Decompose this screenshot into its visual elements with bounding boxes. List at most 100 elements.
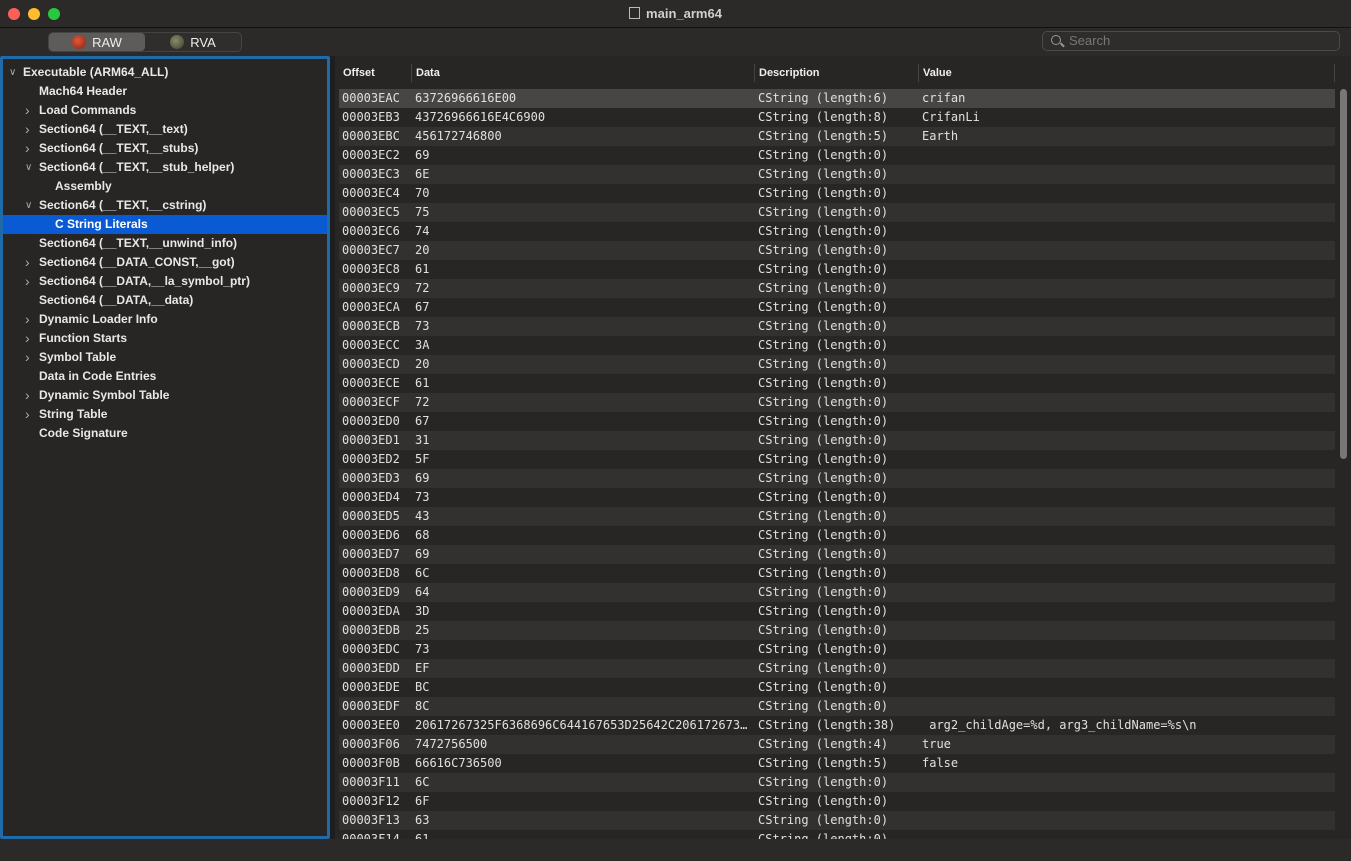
table-row[interactable]: 00003EC9 72 CString (length:0) — [339, 279, 1335, 298]
tree-item[interactable]: C String Literals — [3, 215, 327, 234]
description-cell: CString (length:0) — [758, 623, 889, 637]
description-cell: CString (length:0) — [758, 414, 889, 428]
tree-item[interactable]: Mach64 Header — [3, 82, 327, 101]
description-cell: CString (length:0) — [758, 357, 889, 371]
table-row[interactable]: 00003F12 6F CString (length:0) — [339, 792, 1335, 811]
data-cell: 61 — [415, 262, 430, 276]
column-description[interactable]: Description — [759, 67, 820, 79]
column-data[interactable]: Data — [416, 67, 440, 79]
data-cell: 43 — [415, 509, 430, 523]
table-row[interactable]: 00003EDD EF CString (length:0) — [339, 659, 1335, 678]
raw-segment[interactable]: RAW — [49, 33, 145, 51]
chevron-down-icon[interactable]: ∨ — [25, 158, 32, 177]
table-row[interactable]: 00003F0B 66616C736500 CString (length:5) fa… — [339, 754, 1335, 773]
tree-item[interactable]: Data in Code Entries — [3, 367, 327, 386]
tree-item-label: Section64 (__DATA,__data) — [39, 293, 194, 307]
chevron-right-icon[interactable]: › — [25, 139, 30, 158]
table-row[interactable]: 00003EDB 25 CString (length:0) — [339, 621, 1335, 640]
chevron-right-icon[interactable]: › — [25, 272, 30, 291]
table-row[interactable]: 00003EDE BC CString (length:0) — [339, 678, 1335, 697]
tree-item[interactable]: › Section64 (__DATA,__la_symbol_ptr) — [3, 272, 327, 291]
table-row[interactable]: 00003ED9 64 CString (length:0) — [339, 583, 1335, 602]
raw-label: RAW — [92, 34, 122, 50]
table-row[interactable]: 00003ECB 73 CString (length:0) — [339, 317, 1335, 336]
table-body: 00003EAC 63726966616E00 CString (length:6)… — [339, 89, 1335, 839]
table-row[interactable]: 00003ECD 20 CString (length:0) — [339, 355, 1335, 374]
vertical-scrollbar[interactable] — [1338, 89, 1348, 839]
tree-item[interactable]: Assembly — [3, 177, 327, 196]
tree-item[interactable]: Code Signature — [3, 424, 327, 443]
tree-item[interactable]: Section64 (__TEXT,__unwind_info) — [3, 234, 327, 253]
chevron-right-icon[interactable]: › — [25, 386, 30, 405]
chevron-right-icon[interactable]: › — [25, 348, 30, 367]
table-row[interactable]: 00003ED6 68 CString (length:0) — [339, 526, 1335, 545]
table-row[interactable]: 00003EDA 3D CString (length:0) — [339, 602, 1335, 621]
tree-item-label: C String Literals — [55, 217, 148, 231]
offset-cell: 00003ECB — [342, 319, 400, 333]
tree-item[interactable]: › String Table — [3, 405, 327, 424]
table-row[interactable]: 00003F06 7472756500 CString (length:4) true — [339, 735, 1335, 754]
chevron-right-icon[interactable]: › — [25, 101, 30, 120]
description-cell: CString (length:0) — [758, 566, 889, 580]
table-row[interactable]: 00003EBC 456172746800 CString (length:5) Ea… — [339, 127, 1335, 146]
table-row[interactable]: 00003ED8 6C CString (length:0) — [339, 564, 1335, 583]
table-row[interactable]: 00003F13 63 CString (length:0) — [339, 811, 1335, 830]
table-row[interactable]: 00003EC6 74 CString (length:0) — [339, 222, 1335, 241]
description-cell: CString (length:0) — [758, 433, 889, 447]
table-row[interactable]: 00003EC8 61 CString (length:0) — [339, 260, 1335, 279]
table-row[interactable]: 00003F11 6C CString (length:0) — [339, 773, 1335, 792]
table-row[interactable]: 00003ED0 67 CString (length:0) — [339, 412, 1335, 431]
table-row[interactable]: 00003ED1 31 CString (length:0) — [339, 431, 1335, 450]
table-row[interactable]: 00003ED4 73 CString (length:0) — [339, 488, 1335, 507]
table-row[interactable]: 00003ECC 3A CString (length:0) — [339, 336, 1335, 355]
tree-item[interactable]: › Dynamic Loader Info — [3, 310, 327, 329]
search-input[interactable]: Search — [1042, 31, 1340, 51]
table-row[interactable]: 00003ECE 61 CString (length:0) — [339, 374, 1335, 393]
tree-item[interactable]: › Load Commands — [3, 101, 327, 120]
chevron-right-icon[interactable]: › — [25, 253, 30, 272]
scrollbar-thumb[interactable] — [1340, 89, 1347, 459]
table-row[interactable]: 00003EC4 70 CString (length:0) — [339, 184, 1335, 203]
offset-cell: 00003EAC — [342, 91, 400, 105]
table-row[interactable]: 00003EC5 75 CString (length:0) — [339, 203, 1335, 222]
table-row[interactable]: 00003F14 61 CString (length:0) — [339, 830, 1335, 839]
table-row[interactable]: 00003EC2 69 CString (length:0) — [339, 146, 1335, 165]
table-row[interactable]: 00003EC3 6E CString (length:0) — [339, 165, 1335, 184]
offset-cell: 00003EDB — [342, 623, 400, 637]
tree-item[interactable]: ∨ Section64 (__TEXT,__cstring) — [3, 196, 327, 215]
table-row[interactable]: 00003ECF 72 CString (length:0) — [339, 393, 1335, 412]
tree-item[interactable]: ∨ Section64 (__TEXT,__stub_helper) — [3, 158, 327, 177]
chevron-right-icon[interactable]: › — [25, 310, 30, 329]
value-cell: CrifanLi — [922, 110, 980, 124]
tree-item[interactable]: › Section64 (__TEXT,__stubs) — [3, 139, 327, 158]
tree-item[interactable]: › Section64 (__DATA_CONST,__got) — [3, 253, 327, 272]
column-offset[interactable]: Offset — [343, 67, 375, 79]
table-row[interactable]: 00003EC7 20 CString (length:0) — [339, 241, 1335, 260]
description-cell: CString (length:4) — [758, 737, 889, 751]
table-row[interactable]: 00003ECA 67 CString (length:0) — [339, 298, 1335, 317]
column-value[interactable]: Value — [923, 67, 952, 79]
tree-item[interactable]: › Function Starts — [3, 329, 327, 348]
rva-segment[interactable]: RVA — [145, 33, 241, 51]
tree-item[interactable]: Section64 (__DATA,__data) — [3, 291, 327, 310]
table-row[interactable]: 00003ED3 69 CString (length:0) — [339, 469, 1335, 488]
table-row[interactable]: 00003EAC 63726966616E00 CString (length:6)… — [339, 89, 1335, 108]
table-row[interactable]: 00003ED5 43 CString (length:0) — [339, 507, 1335, 526]
chevron-down-icon[interactable]: ∨ — [9, 63, 16, 82]
table-row[interactable]: 00003EE0 20617267325F6368696C644167653D25… — [339, 716, 1335, 735]
table-row[interactable]: 00003ED2 5F CString (length:0) — [339, 450, 1335, 469]
chevron-down-icon[interactable]: ∨ — [25, 196, 32, 215]
tree-item-label: Executable (ARM64_ALL) — [23, 65, 169, 79]
tree-item[interactable]: ∨ Executable (ARM64_ALL) — [3, 63, 327, 82]
tree-item[interactable]: › Dynamic Symbol Table — [3, 386, 327, 405]
chevron-right-icon[interactable]: › — [25, 120, 30, 139]
table-row[interactable]: 00003EDC 73 CString (length:0) — [339, 640, 1335, 659]
tree-item[interactable]: › Section64 (__TEXT,__text) — [3, 120, 327, 139]
table-row[interactable]: 00003EB3 43726966616E4C6900 CString (lengt… — [339, 108, 1335, 127]
table-row[interactable]: 00003ED7 69 CString (length:0) — [339, 545, 1335, 564]
chevron-right-icon[interactable]: › — [25, 329, 30, 348]
table-row[interactable]: 00003EDF 8C CString (length:0) — [339, 697, 1335, 716]
offset-cell: 00003EBC — [342, 129, 400, 143]
tree-item[interactable]: › Symbol Table — [3, 348, 327, 367]
chevron-right-icon[interactable]: › — [25, 405, 30, 424]
